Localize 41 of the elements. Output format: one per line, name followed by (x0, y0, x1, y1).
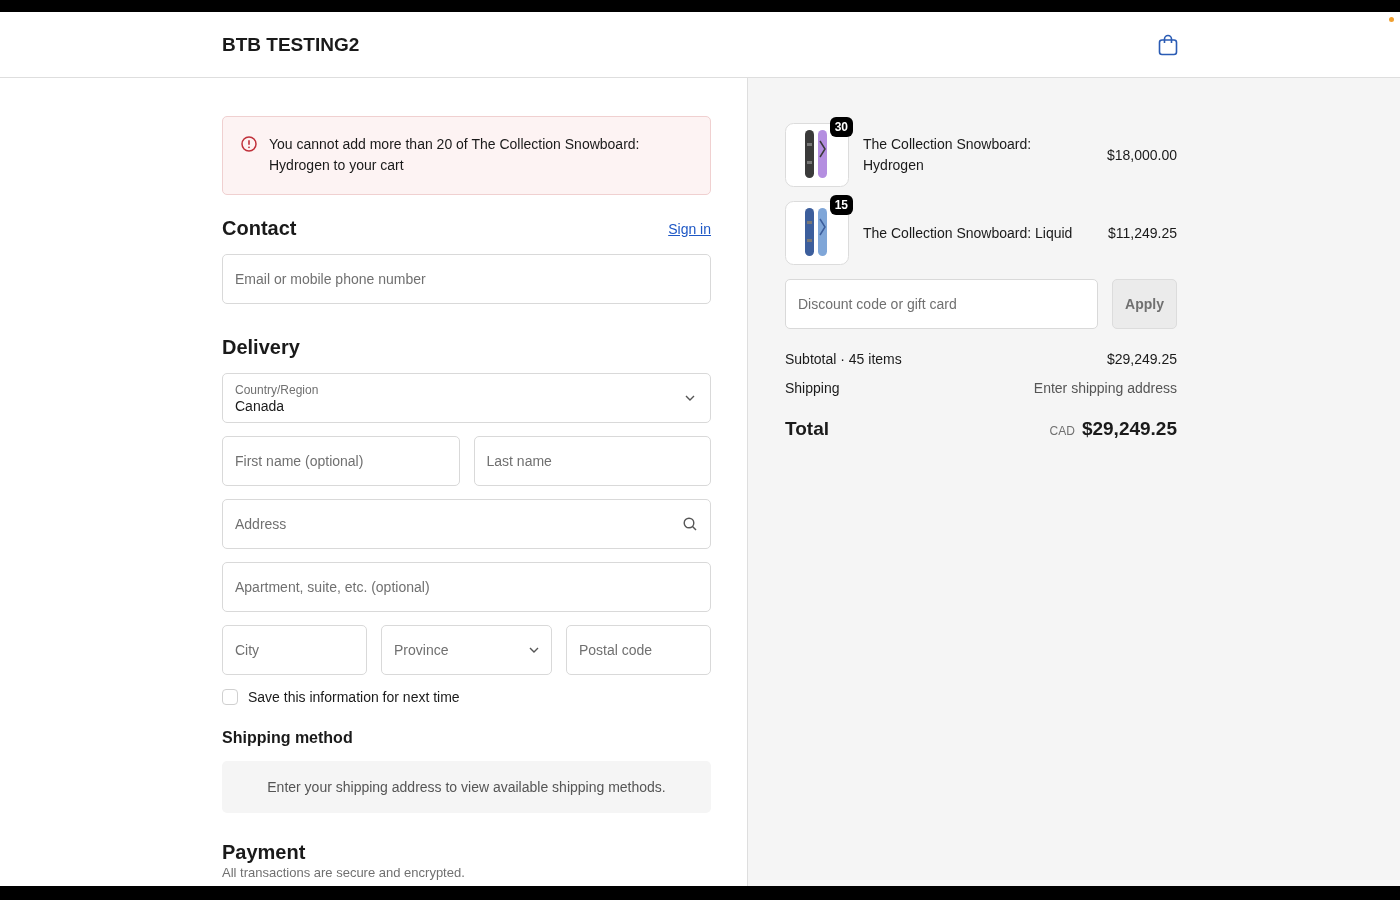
shipping-value: Enter shipping address (1033, 380, 1177, 396)
subtotal-value: $29,249.25 (1106, 351, 1177, 367)
apply-button[interactable]: Apply (1112, 279, 1177, 329)
checkbox[interactable] (222, 689, 238, 705)
sign-in-link[interactable]: Sign in (668, 220, 711, 237)
total-label: Total (785, 418, 829, 440)
email-field[interactable]: Email or mobile phone number (222, 254, 711, 304)
product-name: The Collection Snowboard: Liquid (863, 223, 1074, 243)
section-heading: Shipping method (222, 729, 354, 747)
chevron-down-icon (685, 395, 695, 401)
section-heading: Payment (222, 841, 307, 864)
input-field[interactable]: Last name (473, 436, 711, 486)
shipping-notice: Enter your shipping address to view available shipping methods. (222, 761, 711, 813)
section-heading: Delivery (222, 336, 301, 359)
error-message: You cannot add more than 20 of The Collection Snowboard: Hydrogen to your cart (269, 135, 641, 175)
subtotal-label: Subtotal · 45 items (785, 351, 902, 367)
search-icon (683, 517, 697, 531)
input-field[interactable]: First name (optional) (222, 436, 460, 486)
quantity-badge: 15 (829, 195, 853, 215)
product-price: $11,249.25 (1107, 225, 1177, 241)
total-value: $29,249.25 (1081, 418, 1177, 440)
product-price: $18,000.00 (1106, 147, 1177, 163)
exclamation-circle-icon (241, 136, 257, 152)
section-heading: Contact (222, 217, 297, 240)
product-name: The Collection Snowboard: Hydrogen (863, 135, 1033, 175)
input-field[interactable]: City (222, 625, 367, 675)
checkbox-label: Save this information for next time (248, 689, 460, 705)
address-field[interactable]: Address (222, 499, 711, 549)
country-select[interactable]: Country/Region Canada (222, 373, 711, 423)
currency-code: CAD (1049, 424, 1075, 438)
quantity-badge: 30 (829, 117, 853, 137)
store-name: BTB TESTING2 (222, 33, 360, 56)
shipping-label: Shipping (785, 380, 840, 396)
input-field[interactable]: Apartment, suite, etc. (optional) (222, 562, 711, 612)
province-select[interactable]: Province (381, 625, 552, 675)
discount-field[interactable]: Discount code or gift card (785, 279, 1098, 329)
indicator-dot-icon (1389, 17, 1394, 22)
input-field[interactable]: Postal code (566, 625, 711, 675)
shopping-bag-icon[interactable] (1158, 33, 1178, 56)
chevron-down-icon (529, 647, 539, 653)
payment-subtitle: All transactions are secure and encrypted. (222, 865, 466, 880)
